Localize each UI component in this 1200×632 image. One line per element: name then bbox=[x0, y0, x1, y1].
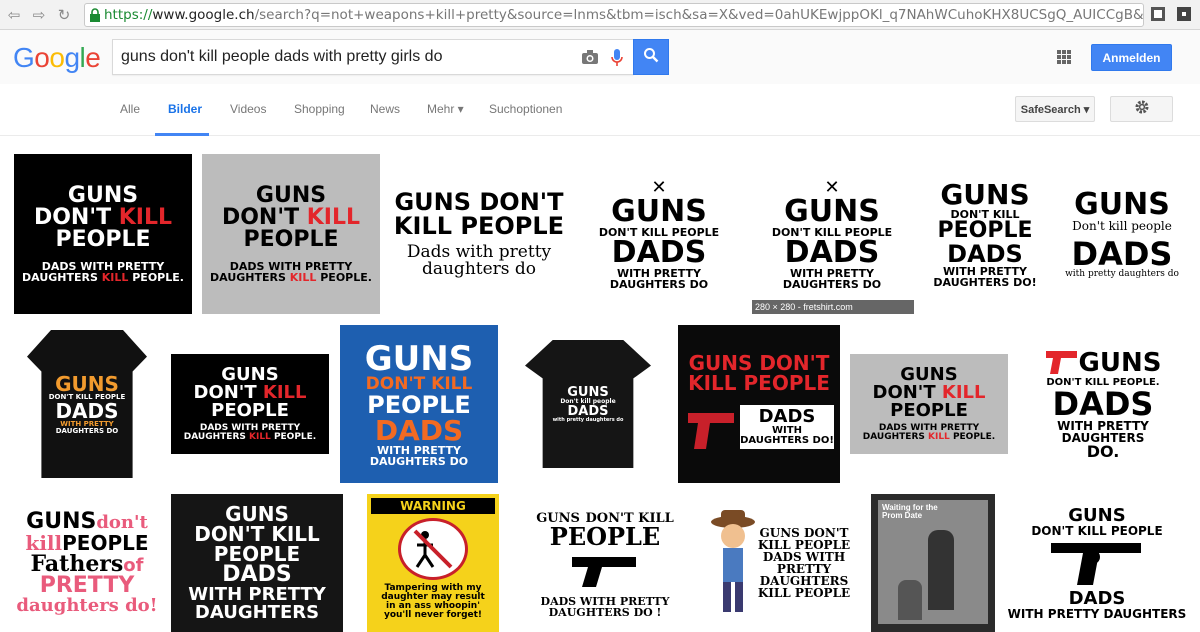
image-result[interactable]: GUNS DON'T KILL PEOPLE DADS WITH PRETTY … bbox=[202, 154, 380, 314]
tab-news[interactable]: News bbox=[370, 102, 400, 116]
tab-all[interactable]: Alle bbox=[120, 102, 140, 116]
tab-search-tools[interactable]: Suchoptionen bbox=[489, 102, 562, 116]
search-button[interactable] bbox=[633, 39, 669, 75]
forward-icon[interactable]: ⇨ bbox=[28, 4, 50, 26]
image-result[interactable]: GUNS DON'T KILL PEOPLE DADS WITH PRETTY … bbox=[14, 154, 192, 314]
google-header: Google Anmelden bbox=[0, 30, 1200, 84]
image-size-caption: 280 × 280 - fretshirt.com bbox=[752, 300, 914, 314]
image-result[interactable]: GUNS DON'T KILL PEOPLE Dads with pretty … bbox=[390, 154, 568, 314]
warning-sign-icon bbox=[398, 518, 468, 580]
pistol-icon bbox=[684, 399, 740, 455]
search-input[interactable] bbox=[113, 48, 563, 66]
image-result[interactable]: WARNING Tampering with my daughter may r… bbox=[354, 494, 512, 632]
tshirt-image: GUNS Don't kill people DADS with pretty … bbox=[525, 340, 651, 468]
camera-icon[interactable] bbox=[581, 49, 599, 70]
image-result[interactable]: GUNS DON'T KILL PEOPLE DADS WITH PRETTY … bbox=[923, 154, 1047, 314]
image-result[interactable]: GUNS Don't kill people DADS with pretty … bbox=[509, 325, 667, 483]
search-tabs: Alle Bilder Videos Shopping News Mehr ▾ … bbox=[0, 84, 1200, 136]
image-result[interactable]: GUNS DON'T KILL PEOPLE DADS WITH PRETTY … bbox=[1007, 494, 1187, 632]
image-result[interactable]: GUNS DON'T KILL PEOPLE DADS WITH PRETTY … bbox=[698, 494, 860, 632]
image-result[interactable]: ✕ GUNS DON'T KILL PEOPLE DADS WITH PRETT… bbox=[751, 154, 913, 314]
url-text: https://www.google.ch/search?q=not+weapo… bbox=[104, 7, 1144, 23]
photo-image: Waiting for the Prom Date bbox=[878, 500, 988, 624]
image-result[interactable]: GUNS DON'T KILL PEOPLE DADS WITH PRETTY … bbox=[171, 494, 343, 632]
pistol-icon bbox=[1045, 349, 1079, 378]
image-result[interactable]: GUNS DON'T KILL PEOPLE DADS WITH PRETTY … bbox=[171, 325, 329, 483]
extension-icon[interactable] bbox=[1150, 6, 1166, 22]
image-result[interactable]: GUNS DON'T KILL PEOPLE. DADS WITH PRETTY… bbox=[1019, 325, 1187, 483]
back-icon[interactable]: ⇦ bbox=[3, 4, 25, 26]
tshirt-image: GUNS DON'T KILL PEOPLE DADS WITH PRETTY … bbox=[27, 330, 147, 478]
address-bar[interactable]: https://www.google.ch/search?q=not+weapo… bbox=[84, 3, 1144, 27]
browser-toolbar: ⇦ ⇨ ↻ https://www.google.ch/search?q=not… bbox=[0, 0, 1200, 30]
tab-shopping[interactable]: Shopping bbox=[294, 102, 345, 116]
tab-videos[interactable]: Videos bbox=[230, 102, 266, 116]
image-result[interactable]: Waiting for the Prom Date bbox=[871, 494, 995, 632]
image-result[interactable]: GUNS DON'T KILL PEOPLE DADS WITH PRETTY … bbox=[14, 325, 160, 483]
tab-images[interactable]: Bilder bbox=[168, 102, 202, 116]
microphone-icon[interactable] bbox=[611, 48, 623, 73]
revolver-icon bbox=[1047, 537, 1147, 590]
search-icon bbox=[643, 47, 659, 68]
lock-icon bbox=[89, 6, 101, 24]
reload-icon[interactable]: ↻ bbox=[53, 4, 75, 26]
tab-more[interactable]: Mehr ▾ bbox=[427, 102, 464, 116]
settings-button[interactable] bbox=[1110, 96, 1173, 122]
safesearch-button[interactable]: SafeSearch ▾ bbox=[1015, 96, 1095, 122]
search-box bbox=[112, 39, 634, 75]
apps-grid-icon[interactable] bbox=[1057, 50, 1071, 64]
gear-icon bbox=[1134, 99, 1150, 120]
image-result[interactable]: GUNSdon't killPEOPLE Fathersof PRETTY da… bbox=[14, 494, 160, 632]
image-result[interactable]: ✕ GUNS DON'T KILL PEOPLE DADS WITH PRETT… bbox=[578, 154, 740, 314]
cowboy-cartoon-icon bbox=[708, 508, 758, 618]
google-logo[interactable]: Google bbox=[13, 42, 101, 74]
image-result[interactable]: GUNS Don't kill people DADS with pretty … bbox=[1057, 154, 1187, 314]
image-result[interactable]: GUNS DON'T KILL PEOPLE DADS WITH PRETTY … bbox=[523, 494, 687, 632]
image-result[interactable]: GUNS DON'T KILL PEOPLE DADS WITH DAUGHTE… bbox=[678, 325, 840, 483]
pistol-icon bbox=[570, 553, 640, 592]
image-result[interactable]: GUNS DON'T KILL PEOPLE DADS WITH PRETTY … bbox=[340, 325, 498, 483]
signin-button[interactable]: Anmelden bbox=[1091, 44, 1172, 71]
image-result[interactable]: GUNS DON'T KILL PEOPLE DADS WITH PRETTY … bbox=[850, 325, 1008, 483]
active-tab-indicator bbox=[155, 133, 209, 136]
extension-icon[interactable] bbox=[1176, 6, 1192, 22]
